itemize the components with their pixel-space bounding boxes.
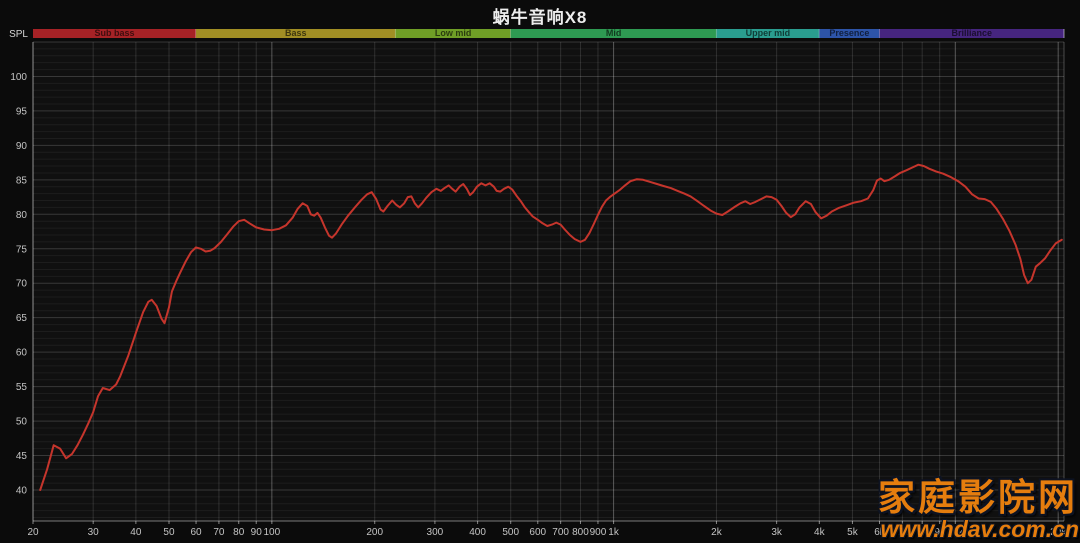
y-tick-label: 55 bbox=[16, 382, 28, 393]
x-tick-label: 3k bbox=[771, 527, 783, 538]
x-tick-label: 30 bbox=[88, 527, 100, 538]
y-tick-label: 100 bbox=[10, 72, 27, 83]
x-tick-label: 500 bbox=[502, 527, 519, 538]
y-tick-label: 70 bbox=[16, 279, 28, 290]
band-label: Brilliance bbox=[951, 28, 992, 38]
x-tick-label: 400 bbox=[469, 527, 486, 538]
watermark-site-url: www.hdav.com.cn bbox=[880, 516, 1079, 542]
y-tick-label: 45 bbox=[16, 451, 28, 462]
x-tick-label: 70 bbox=[213, 527, 225, 538]
band-label: Sub bass bbox=[95, 28, 135, 38]
plot-area bbox=[33, 42, 1064, 521]
band-label: Upper mid bbox=[746, 28, 791, 38]
y-tick-label: 75 bbox=[16, 244, 28, 255]
y-tick-label: 95 bbox=[16, 106, 28, 117]
x-tick-label: 700 bbox=[552, 527, 569, 538]
spl-plot: Sub bass Bass Low mid Mid Upper mid Presence B… bbox=[9, 28, 1067, 538]
y-tick-label: 50 bbox=[16, 417, 28, 428]
x-tick-label: 60 bbox=[190, 527, 202, 538]
x-tick-label: 300 bbox=[427, 527, 444, 538]
y-tick-label: 90 bbox=[16, 141, 28, 152]
y-axis-title: SPL bbox=[9, 29, 28, 40]
x-tick-label: 2k bbox=[711, 527, 723, 538]
x-tick-label: 5k bbox=[847, 527, 859, 538]
band-label: Mid bbox=[606, 28, 622, 38]
x-tick-label: 40 bbox=[130, 527, 142, 538]
x-tick-label: 200 bbox=[366, 527, 383, 538]
y-tick-label: 65 bbox=[16, 313, 28, 324]
frequency-response-chart: 蜗牛音响X8 Sub bass Bass Low mid Mid Upper mid Pr… bbox=[0, 0, 1080, 543]
x-tick-label: 900 bbox=[590, 527, 607, 538]
band-label: Bass bbox=[285, 28, 307, 38]
y-tick-label: 80 bbox=[16, 210, 28, 221]
x-tick-label: 50 bbox=[163, 527, 175, 538]
x-tick-label: 4k bbox=[814, 527, 826, 538]
y-tick-label: 85 bbox=[16, 175, 28, 186]
x-tick-label: 20 bbox=[27, 527, 39, 538]
watermark-site-name: 家庭影院网 bbox=[878, 477, 1078, 518]
band-label: Presence bbox=[829, 28, 869, 38]
y-tick-label: 40 bbox=[16, 485, 28, 496]
x-tick-label: 1k bbox=[608, 527, 620, 538]
x-tick-label: 800 bbox=[572, 527, 589, 538]
x-tick-label: 600 bbox=[529, 527, 546, 538]
band-label: Low mid bbox=[435, 28, 472, 38]
y-tick-label: 60 bbox=[16, 348, 28, 359]
x-tick-label: 90 bbox=[251, 527, 263, 538]
x-tick-label: 80 bbox=[233, 527, 245, 538]
x-tick-label: 100 bbox=[264, 527, 281, 538]
